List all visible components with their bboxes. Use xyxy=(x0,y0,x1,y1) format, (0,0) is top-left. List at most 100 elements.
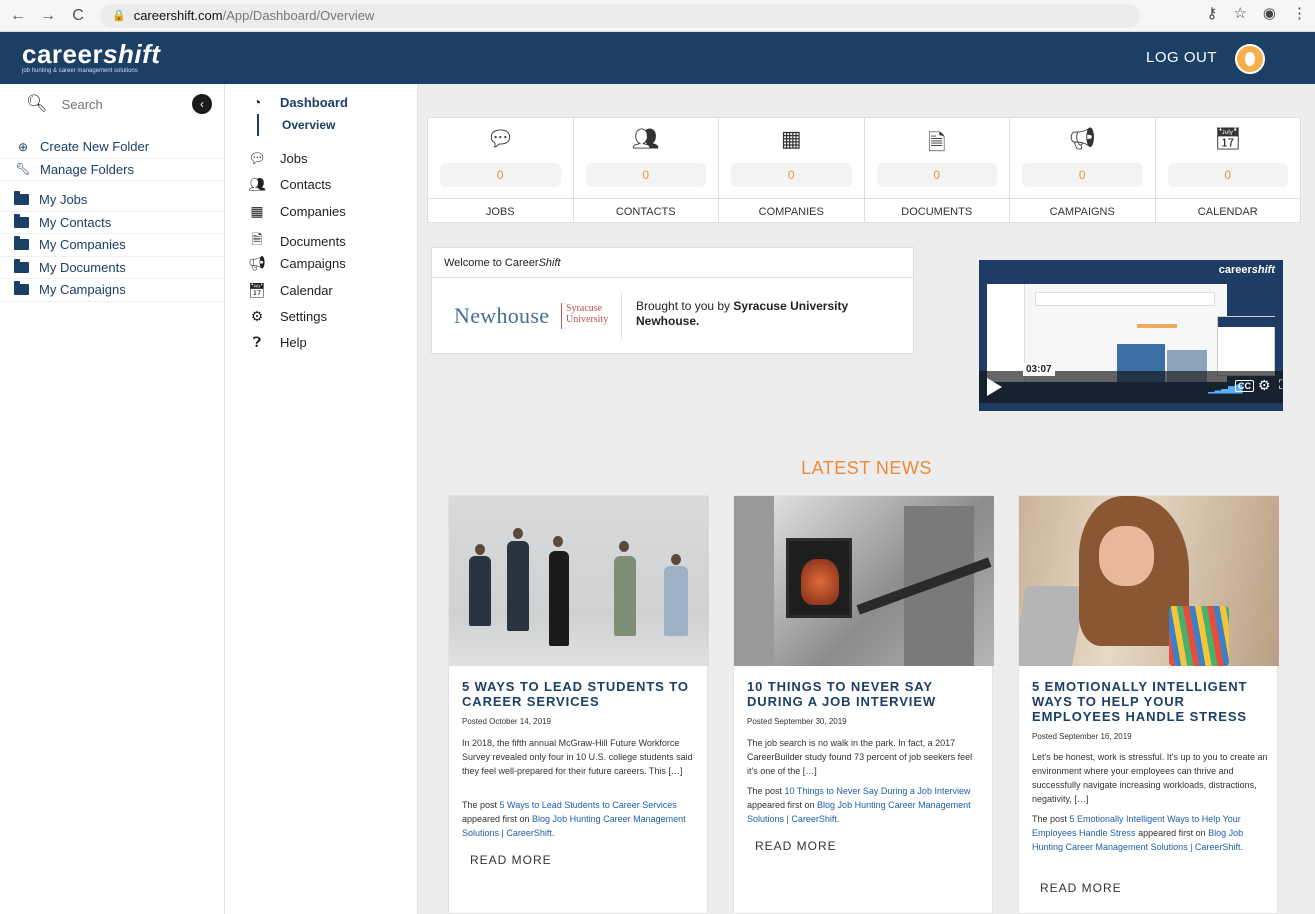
careershift-logo[interactable]: careershift job hunting & career managem… xyxy=(22,39,161,74)
nav-companies[interactable]: ▦ Companies xyxy=(246,203,346,220)
key-icon[interactable]: ⚷ xyxy=(1206,4,1217,22)
people-icon: 👥︎ xyxy=(631,126,660,151)
nav-contacts[interactable]: 👥︎ Contacts xyxy=(246,176,331,193)
folder-my-jobs[interactable]: My Jobs xyxy=(0,189,224,212)
manage-folders-label: Manage Folders xyxy=(40,161,134,177)
stat-label: COMPANIES xyxy=(719,198,864,224)
nav-label: Jobs xyxy=(280,151,308,166)
nav-overview[interactable]: Overview xyxy=(282,118,335,132)
logout-button[interactable]: LOG OUT xyxy=(1146,49,1217,66)
nav-campaigns[interactable]: 📢︎ Campaigns xyxy=(246,255,346,272)
sidebar: 🔍︎ ‹ ⊕ Create New Folder 🔧︎ Manage Folde… xyxy=(0,84,225,914)
read-more-button[interactable]: READ MORE xyxy=(1040,881,1122,895)
stat-calendar[interactable]: 📅︎ 0 CALENDAR xyxy=(1155,118,1300,222)
closed-captions-button[interactable]: CC xyxy=(1235,380,1254,392)
app-header: careershift job hunting & career managem… xyxy=(0,32,1315,84)
document-icon: 🗎︎ xyxy=(251,231,263,247)
folder-my-contacts[interactable]: My Contacts xyxy=(0,212,224,234)
video-settings-icon[interactable]: ⚙︎ xyxy=(1258,377,1271,394)
nav-jobs[interactable]: 💬︎ Jobs xyxy=(246,150,307,167)
post-end: . xyxy=(551,828,555,838)
nav-label: Campaigns xyxy=(280,256,346,271)
collapse-sidebar-button[interactable]: ‹ xyxy=(192,94,212,114)
speech-bubble-icon: 💬︎ xyxy=(248,150,266,166)
news-excerpt: Let's be honest, work is stressful. It's… xyxy=(1032,752,1268,804)
nav-active-indicator xyxy=(257,114,259,136)
news-headline[interactable]: 10 THINGS TO NEVER SAY DURING A JOB INTE… xyxy=(747,679,987,709)
intro-video-player[interactable]: careershift 03:07 ▁▂▃▅▆ CC ⚙︎ ⛶ xyxy=(979,260,1283,411)
back-arrow-icon[interactable]: ← xyxy=(6,4,30,28)
nav-help[interactable]: ❓︎ Help xyxy=(246,334,307,351)
create-new-folder-button[interactable]: ⊕ Create New Folder xyxy=(0,136,224,159)
syracuse-line2: University xyxy=(566,314,609,325)
nav-documents[interactable]: 🗎︎ Documents xyxy=(246,229,345,253)
more-menu-icon[interactable]: ⋮ xyxy=(1292,4,1307,22)
news-image-students[interactable] xyxy=(449,496,709,666)
star-icon[interactable]: ☆ xyxy=(1233,4,1246,22)
sidebar-search: 🔍︎ ‹ xyxy=(0,84,224,124)
stat-value: 0 xyxy=(1022,163,1143,187)
news-date: Posted September 16, 2019 xyxy=(1032,732,1132,741)
address-bar[interactable]: 🔒 careershift.com/App/Dashboard/Overview xyxy=(100,3,1140,28)
stat-label: DOCUMENTS xyxy=(864,198,1009,224)
stat-label: JOBS xyxy=(428,198,573,224)
nav-dashboard-label: Dashboard xyxy=(280,94,348,110)
post-mid: appeared first on xyxy=(462,814,533,824)
nav-label: Companies xyxy=(280,204,346,219)
logo-divider xyxy=(561,303,562,329)
folder-label: My Campaigns xyxy=(39,282,126,298)
welcome-title-a: Welcome to Career xyxy=(444,257,539,269)
nav-calendar[interactable]: 📅︎ Calendar xyxy=(246,282,333,299)
news-headline[interactable]: 5 EMOTIONALLY INTELLIGENT WAYS TO HELP Y… xyxy=(1032,679,1272,724)
post-link[interactable]: 5 Ways to Lead Students to Career Servic… xyxy=(500,800,677,810)
welcome-title: Welcome to CareerShift xyxy=(432,248,913,278)
nav-label: Help xyxy=(280,335,307,350)
megaphone-icon: 📢︎ xyxy=(248,255,266,271)
folder-icon xyxy=(14,213,29,228)
read-more-button[interactable]: READ MORE xyxy=(470,853,552,867)
news-date: Posted September 30, 2019 xyxy=(747,717,847,726)
news-card: 5 EMOTIONALLY INTELLIGENT WAYS TO HELP Y… xyxy=(1018,495,1279,914)
search-input[interactable] xyxy=(61,96,182,112)
news-source: The post 5 Emotionally Intelligent Ways … xyxy=(1032,812,1268,854)
create-new-folder-label: Create New Folder xyxy=(40,139,150,155)
stat-value: 0 xyxy=(1167,163,1288,187)
play-icon[interactable] xyxy=(987,378,1002,396)
fullscreen-icon[interactable]: ⛶ xyxy=(1279,377,1283,393)
forward-arrow-icon[interactable]: → xyxy=(36,4,60,28)
folder-my-campaigns[interactable]: My Campaigns xyxy=(0,279,224,302)
reload-icon[interactable]: C xyxy=(66,4,90,28)
logo-shift: shift xyxy=(103,39,161,69)
stat-jobs[interactable]: 💬︎ 0 JOBS xyxy=(428,118,574,222)
video-logo-b: shift xyxy=(1251,264,1275,276)
folder-my-companies[interactable]: My Companies xyxy=(0,234,224,257)
nav-settings[interactable]: ⚙︎ Settings xyxy=(246,308,327,325)
post-link[interactable]: 10 Things to Never Say During a Job Inte… xyxy=(785,786,971,796)
brought-to-you: Brought to you by Syracuse University Ne… xyxy=(636,299,896,329)
news-excerpt: In 2018, the fifth annual McGraw-Hill Fu… xyxy=(462,738,693,776)
syracuse-line1: Syracuse xyxy=(566,303,603,314)
manage-folders-button[interactable]: 🔧︎ Manage Folders xyxy=(0,159,224,181)
stat-companies[interactable]: ▦ 0 COMPANIES xyxy=(719,118,865,222)
news-image-stressed-woman[interactable] xyxy=(1019,496,1279,666)
news-image-traffic-signal[interactable] xyxy=(734,496,994,666)
stat-campaigns[interactable]: 📢︎ 0 CAMPAIGNS xyxy=(1010,118,1156,222)
nav-dashboard[interactable]: ◔ Dashboard xyxy=(246,94,348,110)
read-more-button[interactable]: READ MORE xyxy=(755,839,837,853)
news-headline[interactable]: 5 WAYS TO LEAD STUDENTS TO CAREER SERVIC… xyxy=(462,679,702,709)
stat-value: 0 xyxy=(585,163,706,187)
stat-documents[interactable]: 🗎︎ 0 DOCUMENTS xyxy=(864,118,1010,224)
nav-label: Settings xyxy=(280,309,327,324)
video-logo: careershift xyxy=(1219,264,1275,276)
avatar[interactable] xyxy=(1235,44,1265,74)
url-path: /App/Dashboard/Overview xyxy=(222,8,375,23)
stat-value: 0 xyxy=(731,163,852,187)
profile-icon[interactable]: ◉ xyxy=(1263,4,1276,22)
folder-my-documents[interactable]: My Documents xyxy=(0,257,224,279)
document-icon: 🗎︎ xyxy=(927,130,946,155)
nav-label: Contacts xyxy=(280,177,332,192)
news-excerpt: The job search is no walk in the park. I… xyxy=(747,738,973,776)
gauge-icon: ◔ xyxy=(252,94,262,110)
building-icon: ▦ xyxy=(780,126,802,151)
stat-contacts[interactable]: 👥︎ 0 CONTACTS xyxy=(573,118,719,222)
